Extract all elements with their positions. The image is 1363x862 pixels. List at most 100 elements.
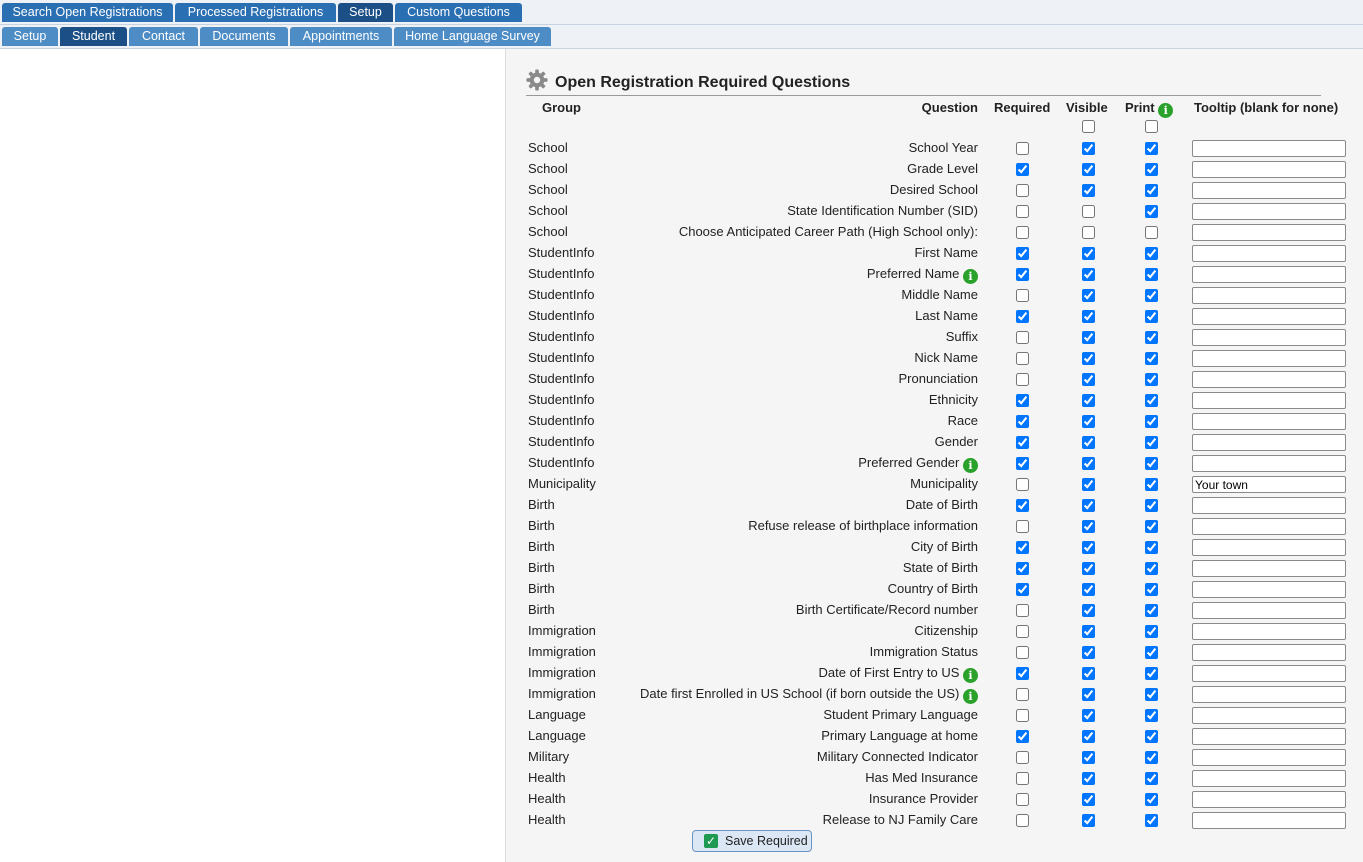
visible-checkbox[interactable] <box>1082 814 1095 827</box>
tooltip-input[interactable] <box>1192 245 1346 262</box>
tooltip-input[interactable] <box>1192 476 1346 493</box>
print-checkbox[interactable] <box>1145 247 1158 260</box>
print-checkbox[interactable] <box>1145 184 1158 197</box>
tooltip-input[interactable] <box>1192 371 1346 388</box>
required-checkbox[interactable] <box>1016 814 1029 827</box>
print-checkbox[interactable] <box>1145 226 1158 239</box>
subtab-appointments[interactable]: Appointments <box>290 27 392 46</box>
print-checkbox[interactable] <box>1145 331 1158 344</box>
visible-checkbox[interactable] <box>1082 352 1095 365</box>
print-checkbox[interactable] <box>1145 205 1158 218</box>
tooltip-input[interactable] <box>1192 686 1346 703</box>
required-checkbox[interactable] <box>1016 625 1029 638</box>
required-checkbox[interactable] <box>1016 499 1029 512</box>
visible-checkbox[interactable] <box>1082 331 1095 344</box>
print-checkbox[interactable] <box>1145 772 1158 785</box>
tooltip-input[interactable] <box>1192 602 1346 619</box>
required-checkbox[interactable] <box>1016 751 1029 764</box>
tooltip-input[interactable] <box>1192 812 1346 829</box>
visible-checkbox[interactable] <box>1082 793 1095 806</box>
visible-checkbox[interactable] <box>1082 415 1095 428</box>
tooltip-input[interactable] <box>1192 182 1346 199</box>
required-checkbox[interactable] <box>1016 541 1029 554</box>
visible-checkbox[interactable] <box>1082 184 1095 197</box>
required-checkbox[interactable] <box>1016 142 1029 155</box>
required-checkbox[interactable] <box>1016 688 1029 701</box>
required-checkbox[interactable] <box>1016 604 1029 617</box>
visible-checkbox[interactable] <box>1082 289 1095 302</box>
visible-checkbox[interactable] <box>1082 730 1095 743</box>
visible-checkbox[interactable] <box>1082 247 1095 260</box>
visible-checkbox[interactable] <box>1082 478 1095 491</box>
required-checkbox[interactable] <box>1016 205 1029 218</box>
print-checkbox[interactable] <box>1145 352 1158 365</box>
visible-checkbox[interactable] <box>1082 709 1095 722</box>
required-checkbox[interactable] <box>1016 730 1029 743</box>
tooltip-input[interactable] <box>1192 266 1346 283</box>
required-checkbox[interactable] <box>1016 667 1029 680</box>
info-icon[interactable]: i <box>963 269 978 284</box>
tooltip-input[interactable] <box>1192 308 1346 325</box>
required-checkbox[interactable] <box>1016 247 1029 260</box>
required-checkbox[interactable] <box>1016 520 1029 533</box>
tooltip-input[interactable] <box>1192 539 1346 556</box>
required-checkbox[interactable] <box>1016 394 1029 407</box>
required-checkbox[interactable] <box>1016 373 1029 386</box>
tooltip-input[interactable] <box>1192 770 1346 787</box>
tooltip-input[interactable] <box>1192 455 1346 472</box>
required-checkbox[interactable] <box>1016 772 1029 785</box>
print-checkbox[interactable] <box>1145 793 1158 806</box>
print-checkbox[interactable] <box>1145 625 1158 638</box>
visible-checkbox[interactable] <box>1082 373 1095 386</box>
tooltip-input[interactable] <box>1192 413 1346 430</box>
visible-checkbox[interactable] <box>1082 583 1095 596</box>
subtab-home-language-survey[interactable]: Home Language Survey <box>394 27 551 46</box>
print-checkbox[interactable] <box>1145 814 1158 827</box>
print-checkbox[interactable] <box>1145 583 1158 596</box>
tooltip-input[interactable] <box>1192 203 1346 220</box>
tooltip-input[interactable] <box>1192 623 1346 640</box>
tab-search-open-registrations[interactable]: Search Open Registrations <box>2 3 173 22</box>
tooltip-input[interactable] <box>1192 728 1346 745</box>
print-checkbox[interactable] <box>1145 415 1158 428</box>
tooltip-input[interactable] <box>1192 287 1346 304</box>
required-checkbox[interactable] <box>1016 289 1029 302</box>
required-checkbox[interactable] <box>1016 562 1029 575</box>
tab-setup[interactable]: Setup <box>338 3 393 22</box>
print-checkbox[interactable] <box>1145 751 1158 764</box>
required-checkbox[interactable] <box>1016 184 1029 197</box>
tooltip-input[interactable] <box>1192 749 1346 766</box>
print-checkbox[interactable] <box>1145 646 1158 659</box>
tooltip-input[interactable] <box>1192 434 1346 451</box>
print-checkbox[interactable] <box>1145 310 1158 323</box>
print-checkbox[interactable] <box>1145 499 1158 512</box>
tooltip-input[interactable] <box>1192 560 1346 577</box>
visible-checkbox[interactable] <box>1082 268 1095 281</box>
visible-checkbox[interactable] <box>1082 205 1095 218</box>
required-checkbox[interactable] <box>1016 709 1029 722</box>
required-checkbox[interactable] <box>1016 583 1029 596</box>
visible-checkbox[interactable] <box>1082 394 1095 407</box>
info-icon[interactable]: i <box>963 668 978 683</box>
visible-checkbox[interactable] <box>1082 142 1095 155</box>
visible-checkbox[interactable] <box>1082 688 1095 701</box>
tab-custom-questions[interactable]: Custom Questions <box>395 3 522 22</box>
print-checkbox[interactable] <box>1145 394 1158 407</box>
tooltip-input[interactable] <box>1192 581 1346 598</box>
visible-checkbox[interactable] <box>1082 436 1095 449</box>
tooltip-input[interactable] <box>1192 665 1346 682</box>
required-checkbox[interactable] <box>1016 352 1029 365</box>
print-checkbox[interactable] <box>1145 541 1158 554</box>
required-checkbox[interactable] <box>1016 457 1029 470</box>
required-checkbox[interactable] <box>1016 163 1029 176</box>
required-checkbox[interactable] <box>1016 268 1029 281</box>
tooltip-input[interactable] <box>1192 392 1346 409</box>
visible-checkbox[interactable] <box>1082 667 1095 680</box>
info-icon[interactable]: i <box>963 689 978 704</box>
visible-checkbox[interactable] <box>1082 520 1095 533</box>
tooltip-input[interactable] <box>1192 161 1346 178</box>
visible-checkbox[interactable] <box>1082 541 1095 554</box>
required-checkbox[interactable] <box>1016 310 1029 323</box>
visible-checkbox[interactable] <box>1082 646 1095 659</box>
tooltip-input[interactable] <box>1192 518 1346 535</box>
